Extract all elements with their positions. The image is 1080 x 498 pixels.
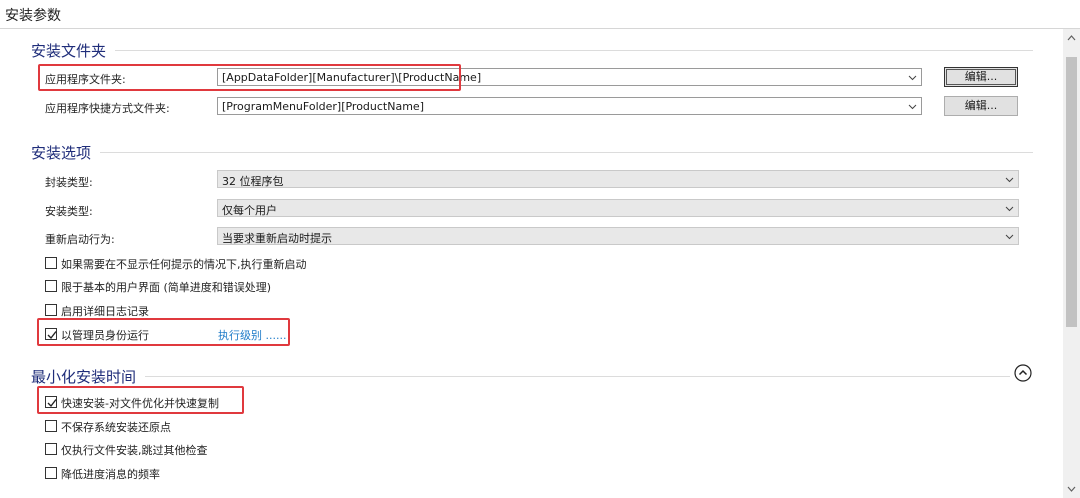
chevron-down-icon[interactable] [1005, 175, 1014, 184]
highlight-box-fast-install [37, 386, 244, 414]
restart-behavior-select[interactable]: 当要求重新启动时提示 [217, 227, 1019, 245]
install-type-select[interactable]: 仅每个用户 [217, 199, 1019, 217]
checkbox-file-install-only[interactable] [45, 443, 57, 455]
app-folder-edit-button[interactable]: 编辑... [944, 67, 1018, 87]
section-divider [145, 376, 1010, 377]
scrollbar-thumb[interactable] [1066, 57, 1077, 327]
section-title-install-folders: 安装文件夹 [31, 42, 107, 60]
checkbox-no-restore-point-label: 不保存系统安装还原点 [61, 421, 171, 434]
chevron-down-icon[interactable] [908, 102, 917, 111]
chevron-down-icon[interactable] [908, 73, 917, 82]
checkbox-basic-ui-label: 限于基本的用户界面 (简单进度和错误处理) [61, 281, 272, 294]
shortcut-folder-value: [ProgramMenuFolder][ProductName] [222, 100, 424, 113]
shortcut-folder-edit-button[interactable]: 编辑... [944, 96, 1018, 116]
package-type-select[interactable]: 32 位程序包 [217, 170, 1019, 188]
checkbox-verbose-log-label: 启用详细日志记录 [61, 305, 149, 318]
chevron-down-icon[interactable] [1005, 232, 1014, 241]
window-title: 安装参数 [5, 8, 61, 24]
checkbox-silent-restart[interactable] [45, 257, 57, 269]
collapse-chevron-up-icon[interactable] [1014, 364, 1032, 382]
shortcut-folder-combo[interactable]: [ProgramMenuFolder][ProductName] [217, 97, 922, 115]
install-type-label: 安装类型: [45, 205, 93, 218]
chevron-down-icon[interactable] [1005, 204, 1014, 213]
restart-behavior-value: 当要求重新启动时提示 [222, 232, 332, 245]
scroll-up-arrow-icon[interactable] [1066, 33, 1077, 43]
scroll-down-arrow-icon[interactable] [1066, 484, 1077, 494]
install-type-value: 仅每个用户 [222, 204, 277, 217]
shortcut-folder-label: 应用程序快捷方式文件夹: [45, 102, 170, 115]
checkbox-file-install-only-label: 仅执行文件安装,跳过其他检查 [61, 444, 208, 457]
restart-behavior-label: 重新启动行为: [45, 233, 115, 246]
package-type-value: 32 位程序包 [222, 175, 284, 188]
highlight-box-run-as-admin [37, 318, 290, 346]
checkbox-no-restore-point[interactable] [45, 420, 57, 432]
section-divider [115, 50, 1033, 51]
checkbox-silent-restart-label: 如果需要在不显示任何提示的情况下,执行重新启动 [61, 258, 307, 271]
section-divider [100, 152, 1033, 153]
highlight-box-app-folder [38, 64, 461, 91]
package-type-label: 封装类型: [45, 176, 93, 189]
section-title-minimize-time: 最小化安装时间 [31, 368, 137, 386]
section-title-install-options: 安装选项 [31, 144, 92, 162]
checkbox-verbose-log[interactable] [45, 304, 57, 316]
checkbox-basic-ui[interactable] [45, 280, 57, 292]
checkbox-reduce-progress-label: 降低进度消息的频率 [61, 468, 160, 481]
window-titlebar: 安装参数 [0, 0, 1080, 29]
checkbox-reduce-progress[interactable] [45, 467, 57, 479]
